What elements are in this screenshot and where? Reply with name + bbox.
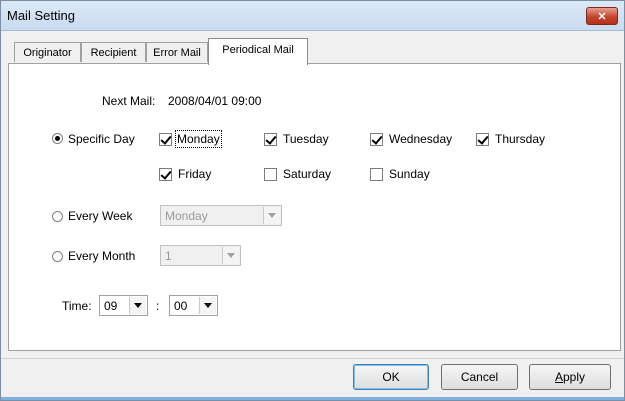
saturday-label: Saturday (283, 167, 332, 181)
chevron-down-icon (129, 297, 146, 314)
hour-value: 09 (104, 299, 118, 313)
tuesday-checkbox[interactable] (264, 133, 277, 146)
next-mail-label: Next Mail: (102, 94, 156, 108)
every-week-value: Monday (165, 209, 208, 223)
footer-divider (1, 358, 624, 359)
chevron-down-icon (199, 297, 216, 314)
tab-originator[interactable]: Originator (14, 42, 81, 62)
wednesday-label: Wednesday (389, 132, 453, 146)
specific-day-label: Specific Day (68, 132, 135, 146)
tuesday-label: Tuesday (283, 132, 329, 146)
every-week-label: Every Week (68, 209, 133, 223)
window-bottom-edge (1, 397, 624, 400)
monday-label: Monday (175, 130, 222, 148)
monday-checkbox[interactable] (159, 133, 172, 146)
ok-button[interactable]: OK (353, 364, 429, 390)
tab-recipient[interactable]: Recipient (81, 42, 146, 62)
apply-mnemonic: A (554, 370, 563, 384)
title-bar: Mail Setting ✕ (1, 1, 624, 31)
wednesday-checkbox[interactable] (370, 133, 383, 146)
ok-label: OK (382, 370, 400, 384)
saturday-checkbox[interactable] (264, 168, 277, 181)
sunday-label: Sunday (389, 167, 430, 181)
every-month-radio[interactable] (52, 251, 63, 262)
every-month-label: Every Month (68, 249, 136, 263)
thursday-checkbox[interactable] (476, 133, 489, 146)
chevron-down-icon (222, 247, 239, 264)
every-week-select[interactable]: Monday (160, 205, 282, 226)
tab-error-mail[interactable]: Error Mail (146, 42, 208, 62)
cancel-button[interactable]: Cancel (441, 364, 518, 390)
every-month-value: 1 (165, 249, 172, 263)
apply-label-rest: pply (563, 370, 586, 384)
time-separator: : (156, 299, 160, 313)
minute-select[interactable]: 00 (169, 295, 218, 316)
periodical-mail-panel: Next Mail: 2008/04/01 09:00 Specific Day… (8, 63, 621, 351)
tab-periodical-mail[interactable]: Periodical Mail (208, 38, 308, 65)
time-label: Time: (62, 299, 92, 313)
every-month-select[interactable]: 1 (160, 245, 241, 266)
thursday-label: Thursday (495, 132, 546, 146)
mail-setting-dialog: Mail Setting ✕ Originator Recipient Erro… (0, 0, 625, 401)
chevron-down-icon (263, 207, 280, 224)
close-icon: ✕ (597, 10, 607, 23)
specific-day-radio[interactable] (52, 133, 63, 144)
minute-value: 00 (174, 299, 188, 313)
friday-checkbox[interactable] (159, 168, 172, 181)
sunday-checkbox[interactable] (370, 168, 383, 181)
close-button[interactable]: ✕ (586, 7, 618, 25)
apply-button[interactable]: Apply (529, 364, 611, 390)
friday-label: Friday (178, 167, 212, 181)
apply-label: Apply (555, 370, 585, 384)
cancel-label: Cancel (460, 370, 499, 384)
next-mail-value: 2008/04/01 09:00 (168, 94, 262, 108)
window-title: Mail Setting (7, 8, 75, 23)
every-week-radio[interactable] (52, 211, 63, 222)
hour-select[interactable]: 09 (99, 295, 148, 316)
